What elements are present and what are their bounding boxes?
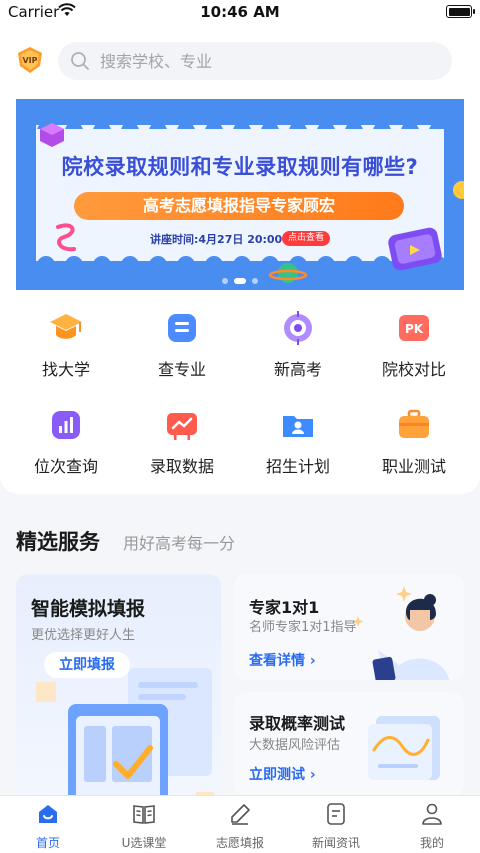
grid-label: 新高考: [273, 360, 322, 379]
status-bar: Carrier 10:46 AM: [0, 0, 480, 24]
list-icon: [168, 314, 196, 342]
card-subtitle: 更优选择更好人生: [31, 628, 136, 643]
pen-icon: [231, 804, 250, 825]
tab-volunteer-fill[interactable]: 志愿填报: [192, 796, 288, 853]
grid-label: 职业测试: [381, 457, 446, 476]
tab-label: U选课堂: [121, 836, 167, 850]
card-expert-1on1[interactable]: 专家1对1 名师专家1对1指导 查看详情 ›: [234, 574, 464, 680]
banner-view-button[interactable]: 点击查看: [282, 231, 331, 246]
card-smart-simulation[interactable]: 智能模拟填报 更优选择更好人生 立即填报: [16, 574, 221, 814]
graduation-cap-icon: [50, 314, 82, 339]
tab-label: 志愿填报: [215, 836, 264, 850]
grid-item-college-compare[interactable]: PK 院校对比: [366, 310, 462, 390]
tab-label: 新闻资讯: [311, 836, 360, 850]
banner-headline: 院校录取规则和专业录取规则有哪些?: [61, 155, 419, 179]
tab-home[interactable]: 首页: [0, 796, 96, 853]
pk-icon: PK: [399, 315, 429, 341]
grid-label: 查专业: [157, 360, 206, 379]
top-card: VIP 搜索学校、专业 院校录取规则和专业录取规则有哪些? 高考志愿填报指导专家…: [0, 24, 480, 494]
search-input[interactable]: [100, 42, 440, 80]
home-icon: [39, 805, 57, 823]
card-title: 录取概率测试: [249, 714, 346, 733]
sphere-decoration-icon: [453, 181, 464, 199]
pagination-dot: [222, 278, 228, 284]
card-title: 专家1对1: [249, 598, 320, 617]
swirl-decoration-icon: [56, 223, 76, 252]
news-icon: [327, 803, 345, 825]
grid-item-enrollment-plan[interactable]: 招生计划: [250, 407, 346, 487]
banner-pagination: [16, 269, 464, 288]
section-title: 精选服务: [16, 530, 100, 554]
tab-u-class[interactable]: U选课堂: [96, 796, 192, 853]
clock: 10:46 AM: [200, 3, 280, 21]
card-subtitle: 大数据风险评估: [249, 738, 341, 753]
card-admission-probability[interactable]: 录取概率测试 大数据风险评估 立即测试 ›: [234, 692, 464, 796]
tab-news[interactable]: 新闻资讯: [288, 796, 384, 853]
grid-item-admission-data[interactable]: 录取数据: [134, 407, 230, 487]
fill-now-button[interactable]: 立即填报: [44, 652, 130, 678]
grid-label: 录取数据: [149, 457, 214, 476]
tab-mine[interactable]: 我的: [384, 796, 480, 853]
bar-chart-icon: [52, 411, 80, 439]
vip-label: VIP: [22, 56, 37, 65]
section-subtitle: 用好高考每一分: [123, 534, 236, 553]
cube-decoration-icon: [40, 123, 64, 147]
tv-decoration-icon: [388, 227, 442, 271]
grid-label: 找大学: [41, 360, 90, 379]
grid-item-new-gaokao[interactable]: 新高考: [250, 310, 346, 390]
grid-item-rank-query[interactable]: 位次查询: [18, 407, 114, 487]
card-title: 智能模拟填报: [31, 598, 146, 620]
document-check-illustration-icon: [36, 668, 214, 812]
search-box[interactable]: [58, 42, 452, 80]
card-subtitle: 名师专家1对1指导: [249, 620, 357, 635]
banner-lecture-time: 讲座时间:4月27日 20:00: [150, 233, 283, 246]
tab-label: 首页: [35, 836, 60, 850]
compass-icon: [284, 311, 312, 345]
grid-label: 招生计划: [265, 457, 330, 476]
pagination-dot-active: [234, 278, 246, 284]
trend-board-icon: [167, 413, 197, 440]
vip-badge-icon[interactable]: VIP: [14, 44, 46, 76]
user-icon: [422, 803, 442, 825]
pagination-dot: [252, 278, 258, 284]
book-icon: [133, 805, 155, 824]
svg-text:PK: PK: [405, 322, 424, 336]
folder-person-icon: [283, 416, 313, 437]
view-details-link[interactable]: 查看详情 ›: [249, 650, 316, 670]
battery-icon: [446, 5, 475, 18]
chart-document-illustration-icon: [368, 716, 440, 780]
tab-label: 我的: [419, 836, 444, 850]
briefcase-icon: [399, 409, 429, 438]
test-now-link[interactable]: 立即测试 ›: [249, 764, 316, 784]
grid-label: 院校对比: [381, 360, 446, 379]
grid-item-career-test[interactable]: 职业测试: [366, 407, 462, 487]
banner-expert-pill: 高考志愿填报指导专家顾宏: [74, 192, 404, 220]
grid-item-search-major[interactable]: 查专业: [134, 310, 230, 390]
bottom-tab-bar: 首页 U选课堂 志愿填报 新闻资讯 我的: [0, 795, 480, 853]
grid-item-find-university[interactable]: 找大学: [18, 310, 114, 390]
search-icon: [70, 51, 90, 75]
grid-label: 位次查询: [33, 457, 98, 476]
promo-banner[interactable]: 院校录取规则和专业录取规则有哪些? 高考志愿填报指导专家顾宏 讲座时间:4月27…: [16, 99, 464, 290]
